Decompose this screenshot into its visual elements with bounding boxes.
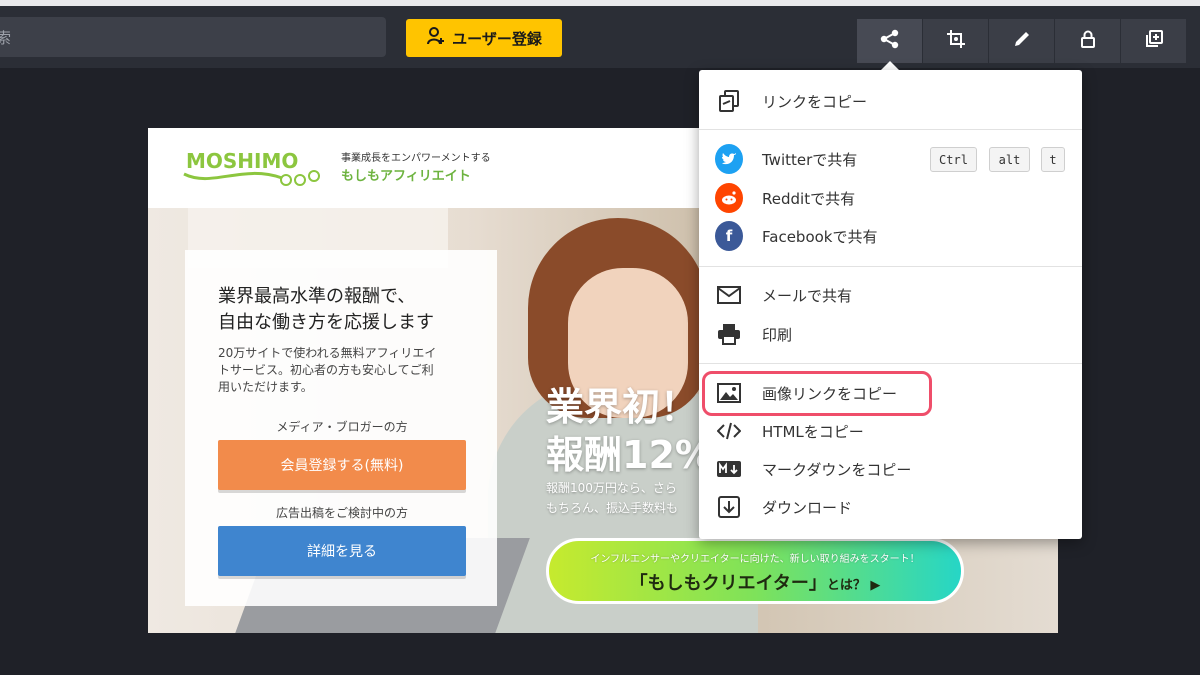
edit-button[interactable] (989, 19, 1055, 63)
menu-item-twitter[interactable]: Twitterで共有 Ctrl alt t (699, 140, 1082, 178)
menu-item-copy-html[interactable]: HTMLをコピー (699, 412, 1082, 450)
lock-button[interactable] (1055, 19, 1121, 63)
mail-icon (715, 283, 743, 307)
crop-button[interactable] (923, 19, 989, 63)
shortcut-key-alt: alt (989, 147, 1030, 172)
moshimo-logo: MOSHIMO (183, 149, 320, 186)
menu-item-label: HTMLをコピー (762, 423, 864, 441)
shortcut-key-ctrl: Ctrl (930, 147, 977, 172)
menu-item-label: ダウンロード (762, 499, 853, 517)
markdown-icon (715, 457, 743, 481)
menu-item-label: マークダウンをコピー (762, 461, 912, 479)
banner-title-main: 「もしもクリエイター」 (629, 573, 827, 594)
card-description: 20万サイトで使われる無料アフィリエイ トサービス。初心者の方も安心してご利 用… (218, 345, 468, 396)
menu-item-label: Facebookで共有 (762, 228, 878, 246)
menu-caret (881, 61, 899, 70)
advertiser-label: 広告出稿をご検討中の方 (275, 506, 408, 520)
signup-button[interactable]: 会員登録する(無料) (218, 440, 466, 490)
brand-name: もしもアフィリエイト (341, 169, 471, 184)
copy-layer-icon (1143, 28, 1165, 54)
menu-item-label: Redditで共有 (762, 190, 856, 208)
share-icon (879, 28, 901, 54)
search-text: 索 (0, 29, 12, 47)
info-card: 業界最高水準の報酬で、 自由な働き方を応援します 20万サイトで使われる無料アフ… (185, 250, 497, 606)
share-button[interactable] (857, 19, 923, 63)
crop-icon (945, 28, 967, 54)
creator-banner[interactable]: インフルエンサーやクリエイターに向けた、新しい取り組みをスタート！ 「もしもクリ… (546, 538, 964, 604)
user-register-button[interactable]: ユーザー登録 (406, 19, 562, 57)
lock-icon (1077, 28, 1099, 54)
menu-item-reddit[interactable]: Redditで共有 (699, 179, 1082, 217)
menu-divider (699, 266, 1082, 267)
card-desc-line-1: 20万サイトで使われる無料アフィリエイ (218, 346, 437, 360)
card-title-line-1: 業界最高水準の報酬で、 (218, 286, 416, 307)
hero-sub-line-1: 報酬100万円なら、さら (546, 481, 677, 495)
tagline: 事業成長をエンパワーメントする (341, 153, 491, 164)
banner-small-text: インフルエンサーやクリエイターに向けた、新しい取り組みをスタート！ (590, 554, 920, 565)
menu-item-facebook[interactable]: f Facebookで共有 (699, 217, 1082, 255)
menu-item-copy-link[interactable]: リンクをコピー (699, 82, 1082, 120)
code-icon (715, 419, 743, 443)
user-register-label: ユーザー登録 (452, 29, 542, 48)
share-menu: リンクをコピー Twitterで共有 Ctrl alt t Redditで共有 … (699, 70, 1082, 539)
download-icon (715, 495, 743, 519)
hero-headline-line-1: 業界初！ (546, 385, 699, 429)
menu-divider (699, 129, 1082, 130)
menu-item-copy-markdown[interactable]: マークダウンをコピー (699, 450, 1082, 488)
menu-item-label: Twitterで共有 (762, 151, 858, 169)
copy-link-icon (715, 89, 743, 113)
pencil-icon (1011, 28, 1033, 54)
facebook-icon: f (715, 221, 743, 251)
logo-text: MOSHIMO (186, 149, 298, 173)
tool-group (857, 19, 1187, 63)
menu-item-download[interactable]: ダウンロード (699, 488, 1082, 526)
hero-subtext: 報酬100万円なら、さら もちろん、振込手数料も (546, 478, 678, 518)
reddit-icon (715, 183, 743, 213)
search-input[interactable]: 索 (0, 17, 386, 57)
menu-item-label: メールで共有 (762, 287, 853, 305)
print-icon (715, 322, 743, 346)
card-desc-line-2: トサービス。初心者の方も安心してご利 (218, 363, 434, 377)
menu-item-print[interactable]: 印刷 (699, 315, 1082, 353)
highlight-frame (702, 371, 932, 416)
top-toolbar: 索 ユーザー登録 (0, 0, 1200, 68)
banner-title-suffix: とは？ ▶ (826, 578, 881, 593)
card-title-line-2: 自由な働き方を応援します (218, 312, 434, 333)
copy-layer-button[interactable] (1121, 19, 1187, 63)
menu-item-label: 印刷 (762, 326, 793, 344)
twitter-icon (715, 144, 743, 174)
menu-item-label: リンクをコピー (762, 93, 868, 111)
banner-title: 「もしもクリエイター」とは？ ▶ (549, 569, 961, 595)
shortcut-key-t: t (1041, 147, 1065, 172)
card-title: 業界最高水準の報酬で、 自由な働き方を応援します (218, 284, 478, 336)
menu-divider (699, 363, 1082, 364)
media-label: メディア・ブロガーの方 (276, 420, 408, 434)
menu-item-mail[interactable]: メールで共有 (699, 276, 1082, 314)
add-user-icon (426, 26, 446, 50)
hero-headline: 業界初！ 報酬12% (546, 383, 713, 479)
details-button[interactable]: 詳細を見る (218, 526, 466, 576)
card-desc-line-3: 用いただけます。 (218, 380, 313, 394)
hero-headline-line-2: 報酬12% (546, 433, 713, 477)
hero-sub-line-2: もちろん、振込手数料も (546, 501, 679, 515)
